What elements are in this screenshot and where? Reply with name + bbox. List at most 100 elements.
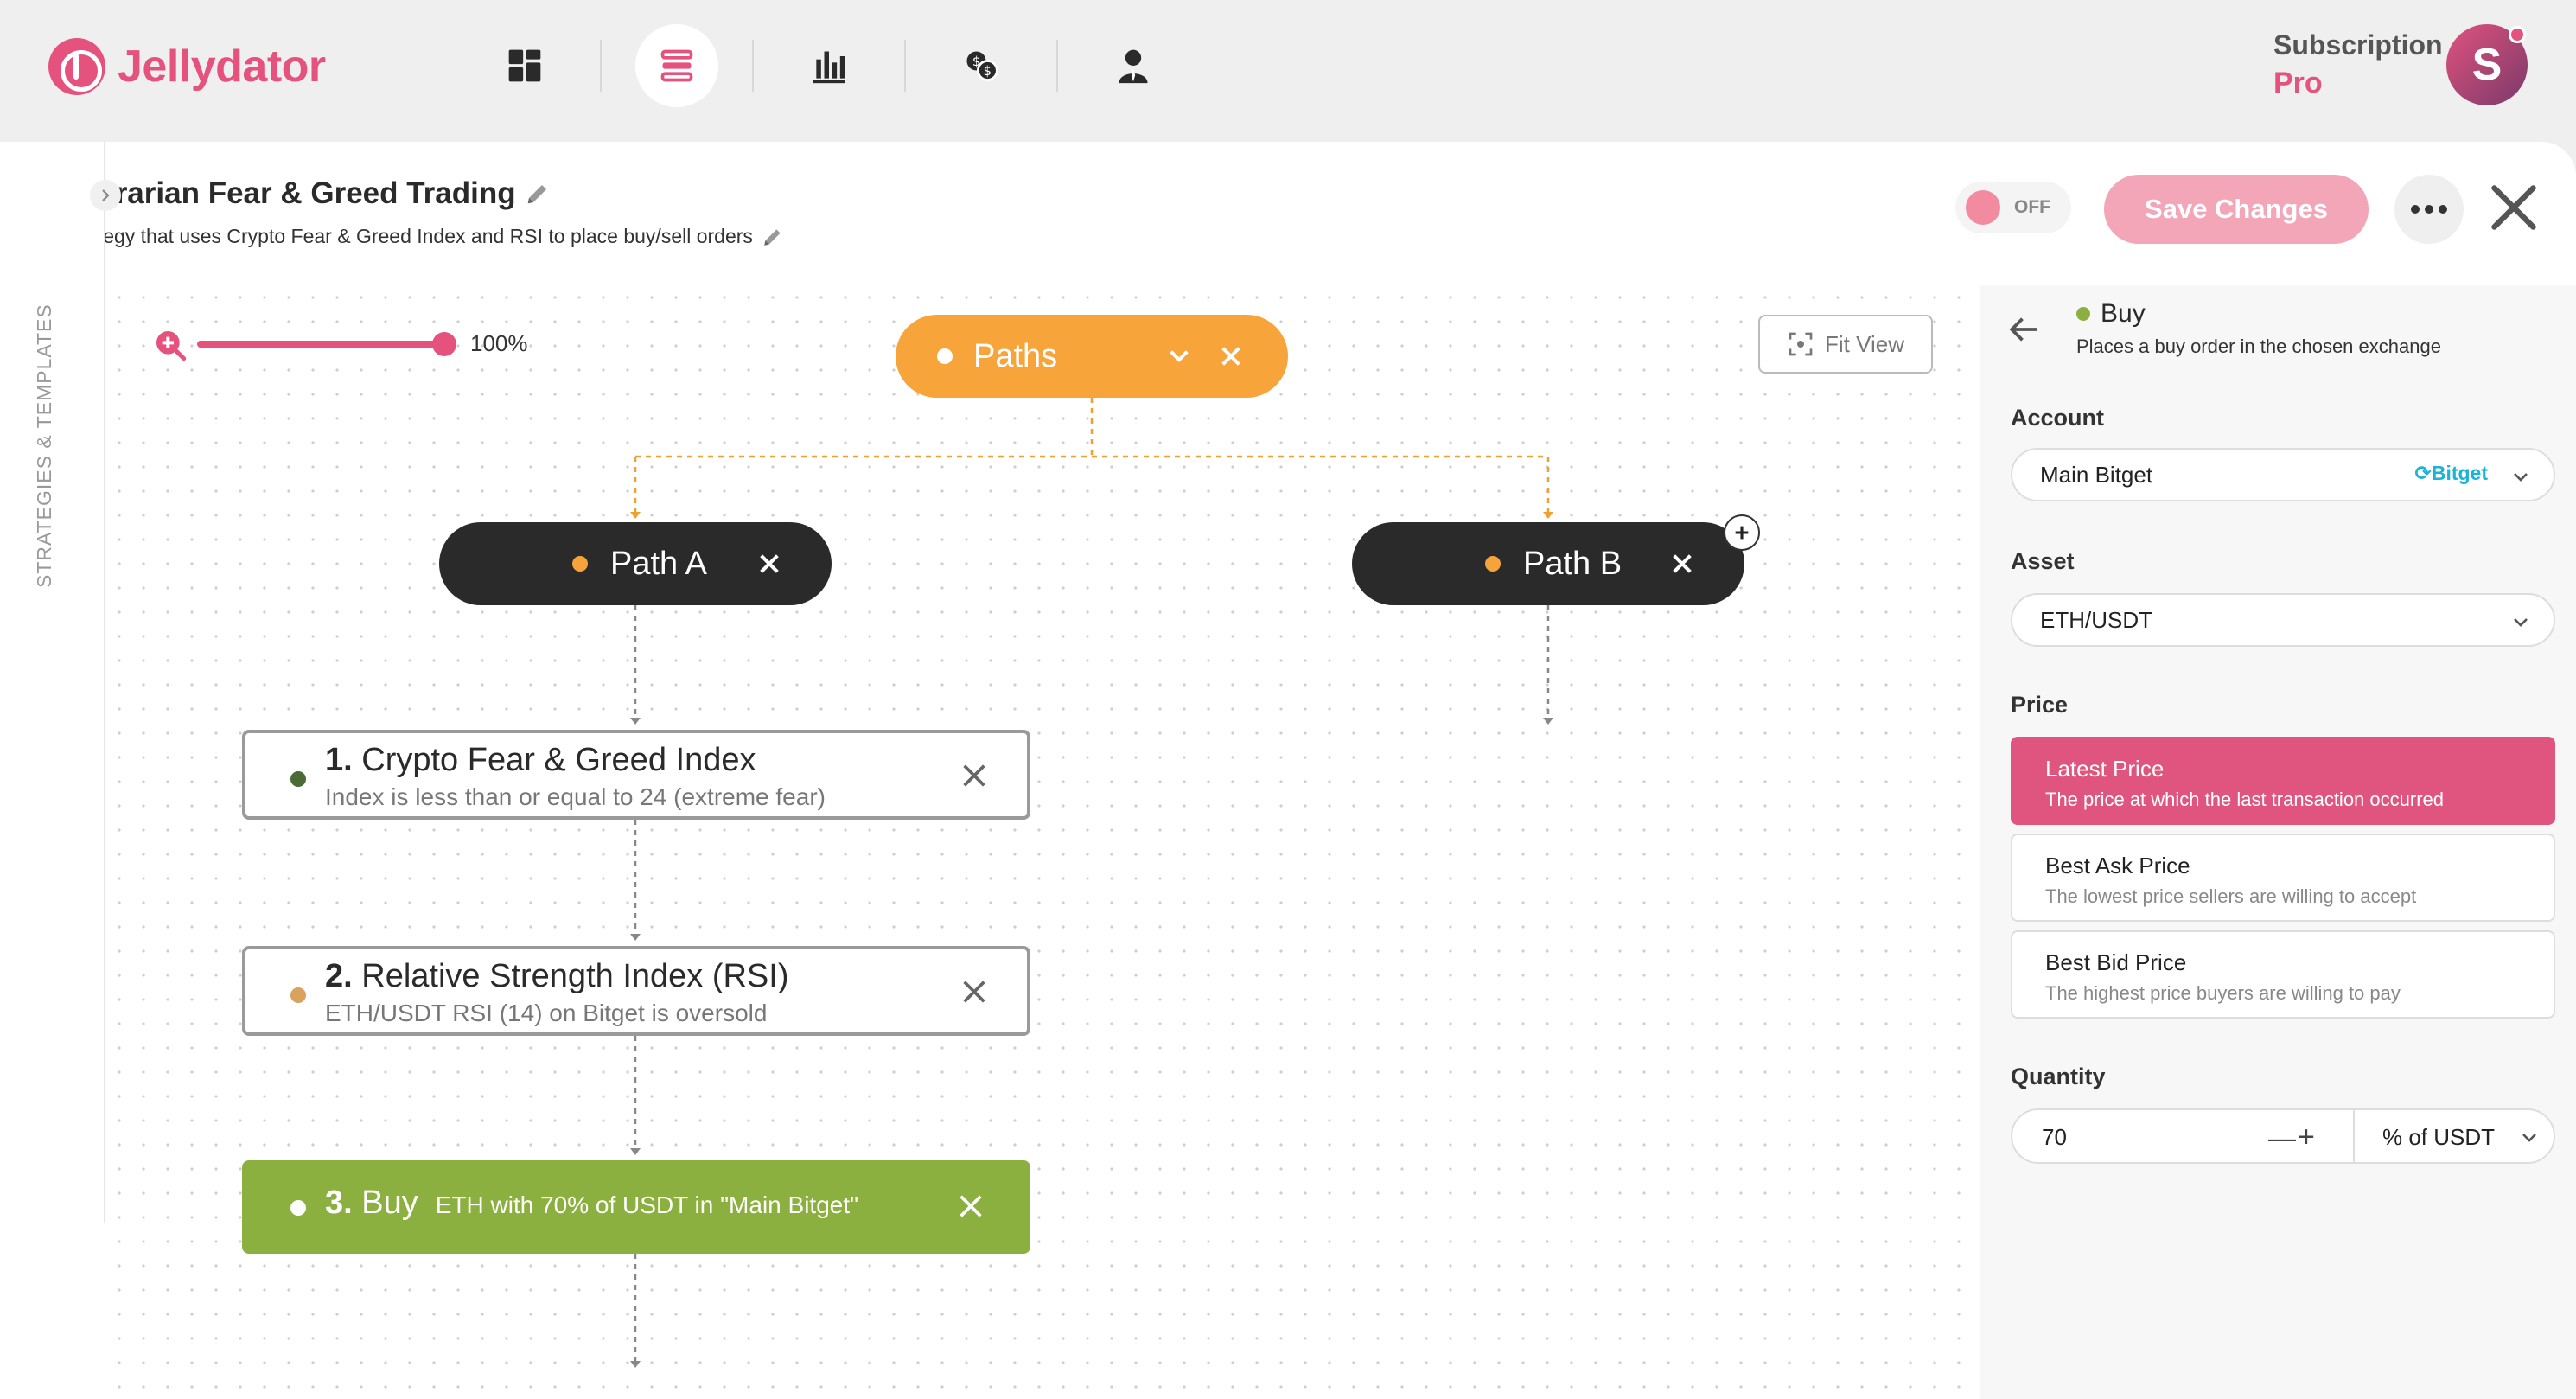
panel-description: Places a buy order in the chosen exchang… (2076, 335, 2441, 357)
strategies-templates-tab[interactable]: STRATEGIES & TEMPLATES (0, 142, 105, 1223)
exchange-icon: $$ (966, 51, 998, 81)
nav-separator (600, 40, 602, 92)
chevron-down-icon (2514, 473, 2528, 482)
fit-view-label: Fit View (1825, 330, 1904, 357)
chevron-down-icon (2514, 618, 2528, 627)
path-b-label: Path B (1523, 545, 1623, 582)
jellydator-logo-icon (48, 38, 105, 95)
subscription-info[interactable]: Subscription Pro (2273, 29, 2443, 100)
path-dot (572, 556, 588, 572)
strategy-active-toggle[interactable]: OFF (1955, 182, 2071, 233)
price-option-best-ask[interactable]: Best Ask Price The lowest price sellers … (2011, 834, 2555, 922)
nav-account[interactable] (1092, 24, 1175, 107)
node-title: 1. Crypto Fear & Greed Index (325, 742, 756, 779)
paths-dot (937, 348, 953, 364)
path-dot (1485, 556, 1501, 572)
node-title-text: Crypto Fear & Greed Index (361, 742, 756, 778)
zoom-level: 100% (470, 330, 528, 356)
node-title-text: Buy (361, 1185, 418, 1221)
path-a-node[interactable]: Path A (439, 522, 832, 605)
strategy-description-text: A strategy that uses Crypto Fear & Greed… (47, 225, 753, 247)
avatar[interactable]: S (2446, 24, 2528, 105)
action-node-buy[interactable]: 3. Buy ETH with 70% of USDT in "Main Bitg… (242, 1160, 1030, 1254)
account-select[interactable]: Main Bitget ⟳Bitget (2011, 448, 2555, 501)
quantity-unit-select[interactable]: % of USDT (2382, 1124, 2495, 1151)
bitget-logo: ⟳Bitget (2414, 462, 2488, 484)
node-title: 2. Relative Strength Index (RSI) (325, 958, 789, 995)
node-status-dot (290, 1200, 306, 1216)
save-changes-button[interactable]: Save Changes (2104, 175, 2369, 244)
asset-select[interactable]: ETH/USDT (2011, 593, 2555, 647)
dashboard-icon (508, 49, 541, 82)
option-description: The lowest price sellers are willing to … (2045, 885, 2417, 907)
option-title: Best Bid Price (2045, 949, 2187, 975)
price-label: Price (2011, 692, 2069, 718)
close-editor-icon[interactable] (2488, 182, 2540, 233)
brand-name: Jellydator (118, 42, 326, 92)
bar-chart-icon (813, 51, 845, 84)
fit-view-button[interactable]: Fit View (1758, 315, 1933, 374)
toggle-label: OFF (2014, 197, 2050, 217)
zoom-slider-track[interactable] (197, 341, 448, 348)
edit-pencil-icon[interactable] (525, 181, 551, 207)
decrement-button[interactable]: — (2268, 1122, 2296, 1154)
node-title: 3. Buy ETH with 70% of USDT in "Main Bitg… (325, 1185, 858, 1222)
nav-exchanges[interactable]: $ $ (940, 24, 1023, 107)
option-title: Latest Price (2045, 756, 2165, 782)
zoom-in-icon[interactable] (152, 327, 187, 361)
path-a-label: Path A (610, 545, 707, 582)
panel-title-text: Buy (2101, 299, 2146, 328)
back-arrow-icon[interactable] (2007, 311, 2044, 348)
close-icon[interactable] (960, 761, 989, 790)
more-options-button[interactable] (2394, 175, 2464, 244)
exchange-name: Bitget (2431, 462, 2488, 484)
node-status-dot (290, 987, 306, 1003)
svg-text:$: $ (972, 54, 980, 69)
close-icon[interactable] (956, 1191, 985, 1221)
nav-separator (904, 40, 906, 92)
chevron-down-icon[interactable] (1165, 342, 1193, 370)
chevron-right-icon (102, 189, 110, 201)
expand-sidebar-button[interactable] (90, 180, 121, 211)
more-dot (2439, 205, 2447, 214)
nav-dashboard[interactable] (483, 24, 566, 107)
close-icon[interactable] (1217, 342, 1245, 370)
edit-pencil-icon[interactable] (762, 226, 784, 248)
toggle-knob (1966, 190, 2000, 225)
node-status-dot (290, 771, 306, 787)
option-description: The price at which the last transaction … (2045, 789, 2445, 810)
node-description: Index is less than or equal to 24 (extre… (325, 783, 826, 810)
top-navigation-bar: Jellydator $ $ Subscription Pro S (0, 0, 2576, 138)
asset-label: Asset (2011, 548, 2075, 574)
condition-node-fear-greed[interactable]: 1. Crypto Fear & Greed Index Index is le… (242, 730, 1030, 820)
quantity-stepper: 70 — + % of USDT (2011, 1108, 2555, 1164)
strategy-title[interactable]: Contrarian Fear & Greed Trading (47, 176, 551, 211)
strategy-description[interactable]: A strategy that uses Crypto Fear & Greed… (47, 225, 784, 248)
increment-button[interactable]: + (2298, 1121, 2315, 1154)
status-dot (2076, 307, 2090, 321)
paths-node[interactable]: Paths (896, 315, 1288, 398)
zoom-slider-thumb[interactable] (432, 332, 456, 356)
nav-analytics[interactable] (787, 24, 870, 107)
add-path-button[interactable] (1724, 514, 1760, 551)
price-option-best-bid[interactable]: Best Bid Price The highest price buyers … (2011, 930, 2555, 1019)
node-number: 2. (325, 958, 353, 994)
quantity-label: Quantity (2011, 1064, 2106, 1089)
close-icon[interactable] (960, 977, 989, 1006)
close-icon[interactable] (1668, 550, 1696, 578)
more-dot (2425, 205, 2433, 214)
price-option-latest[interactable]: Latest Price The price at which the last… (2011, 737, 2555, 825)
nav-strategies[interactable] (635, 24, 718, 107)
path-b-node[interactable]: Path B (1352, 522, 1744, 605)
divider (2353, 1110, 2355, 1162)
node-title-text: Relative Strength Index (RSI) (361, 958, 789, 994)
close-icon[interactable] (756, 550, 783, 578)
subscription-tier: Pro (2273, 67, 2323, 99)
main-nav: $ $ (450, 24, 1208, 107)
condition-node-rsi[interactable]: 2. Relative Strength Index (RSI) ETH/USD… (242, 946, 1030, 1036)
fit-view-icon (1789, 332, 1813, 356)
option-title: Best Ask Price (2045, 853, 2190, 878)
option-description: The highest price buyers are willing to … (2045, 982, 2401, 1004)
quantity-input[interactable]: 70 (2042, 1124, 2067, 1151)
brand-logo[interactable]: Jellydator (48, 38, 326, 95)
